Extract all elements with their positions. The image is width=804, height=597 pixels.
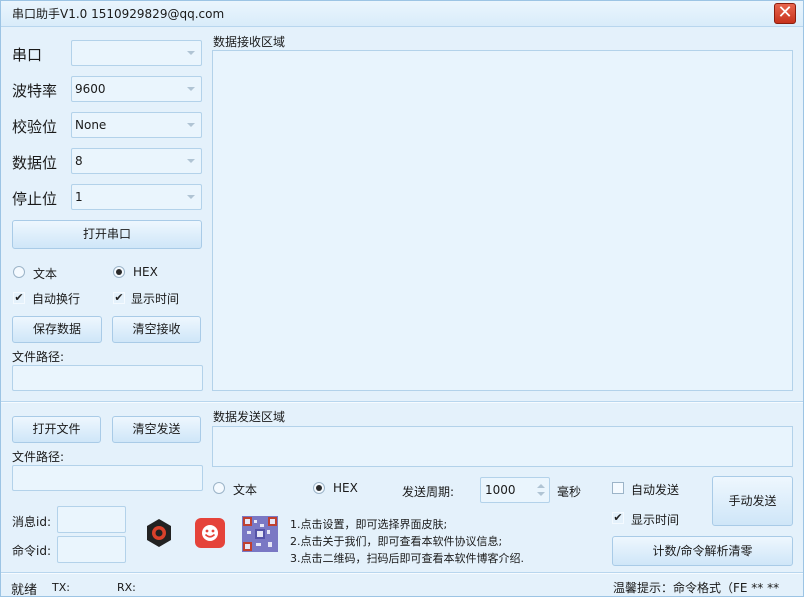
tip-item: 1.点击设置，即可选择界面皮肤;: [290, 518, 448, 531]
send-text-radio[interactable]: [213, 482, 225, 494]
chevron-down-icon: [187, 123, 195, 127]
about-icon[interactable]: [193, 516, 227, 550]
receive-hex-label: HEX: [133, 265, 158, 279]
send-textarea[interactable]: [212, 426, 793, 467]
auto-send-checkbox[interactable]: [612, 482, 624, 494]
receive-hex-radio[interactable]: [113, 266, 125, 278]
send-show-time-checkbox[interactable]: ✔: [612, 512, 624, 524]
baud-select[interactable]: 9600: [71, 76, 202, 102]
spin-up-icon[interactable]: [537, 484, 545, 488]
open-file-button[interactable]: 打开文件: [12, 416, 101, 443]
cmd-id-label: 命令id:: [12, 544, 51, 558]
save-data-button[interactable]: 保存数据: [12, 316, 102, 343]
databits-select-value: 8: [75, 154, 83, 168]
tip-item: 2.点击关于我们，即可查看本软件协议信息;: [290, 535, 503, 548]
stopbits-select[interactable]: 1: [71, 184, 202, 210]
auto-wrap-checkbox[interactable]: ✔: [13, 292, 25, 304]
send-path-label: 文件路径:: [12, 450, 65, 464]
parity-select-value: None: [75, 118, 107, 132]
baud-label: 波特率: [12, 82, 58, 100]
databits-select[interactable]: 8: [71, 148, 202, 174]
send-hex-label: HEX: [333, 481, 358, 495]
receive-path-label: 文件路径:: [12, 350, 65, 364]
rx-label: RX:: [117, 581, 136, 594]
close-icon: ✕: [777, 2, 793, 23]
receive-show-time-checkbox[interactable]: ✔: [113, 292, 125, 304]
chevron-down-icon: [187, 51, 195, 55]
receive-show-time-label: 显示时间: [131, 292, 180, 306]
port-label: 串口: [12, 46, 43, 64]
receive-path-input[interactable]: [12, 365, 203, 391]
main-window: 串口助手V1.0 1510929829@qq.com ✕ 串口 波特率 9600…: [0, 0, 804, 597]
send-hex-radio[interactable]: [313, 482, 325, 494]
cmd-id-input[interactable]: [57, 536, 126, 563]
stopbits-select-value: 1: [75, 190, 83, 204]
qr-code-icon[interactable]: [242, 516, 278, 552]
chevron-down-icon: [187, 195, 195, 199]
parity-select[interactable]: None: [71, 112, 202, 138]
send-area-label: 数据发送区域: [213, 410, 286, 424]
chevron-down-icon: [187, 87, 195, 91]
manual-send-button[interactable]: 手动发送: [712, 476, 793, 526]
send-period-input[interactable]: 1000: [480, 477, 550, 503]
open-port-button[interactable]: 打开串口: [12, 220, 202, 249]
send-period-label: 发送周期:: [402, 485, 455, 499]
section-divider: [1, 401, 803, 403]
send-show-time-label: 显示时间: [631, 513, 680, 527]
tips-list: 1.点击设置，即可选择界面皮肤; 2.点击关于我们，即可查看本软件协议信息; 3…: [290, 516, 524, 567]
stopbits-label: 停止位: [12, 190, 58, 208]
baud-select-value: 9600: [75, 82, 106, 96]
settings-icon[interactable]: [142, 516, 176, 550]
send-period-unit: 毫秒: [557, 485, 582, 499]
receive-area-label: 数据接收区域: [213, 35, 286, 49]
spin-down-icon[interactable]: [537, 492, 545, 496]
status-hint: 温馨提示：命令格式（FE ** ** 0C）: [613, 581, 780, 595]
send-period-value: 1000: [485, 483, 516, 497]
clear-receive-button[interactable]: 清空接收: [112, 316, 201, 343]
receive-text-label: 文本: [33, 267, 58, 281]
databits-label: 数据位: [12, 154, 58, 172]
title-bar: 串口助手V1.0 1510929829@qq.com ✕: [1, 1, 803, 27]
tip-item: 3.点击二维码，扫码后即可查看本软件博客介绍.: [290, 552, 524, 565]
window-title: 串口助手V1.0 1510929829@qq.com: [12, 7, 225, 21]
tx-label: TX:: [52, 581, 70, 594]
msg-id-label: 消息id:: [12, 515, 51, 529]
chevron-down-icon: [187, 159, 195, 163]
parity-label: 校验位: [12, 118, 58, 136]
close-button[interactable]: ✕: [774, 3, 796, 24]
receive-text-radio[interactable]: [13, 266, 25, 278]
status-state: 就绪: [11, 583, 38, 597]
send-path-input[interactable]: [12, 465, 203, 491]
statusbar-divider: [1, 572, 803, 574]
auto-send-label: 自动发送: [631, 483, 680, 497]
auto-wrap-label: 自动换行: [32, 292, 81, 306]
port-select[interactable]: [71, 40, 202, 66]
msg-id-input[interactable]: [57, 506, 126, 533]
reset-count-button[interactable]: 计数/命令解析清零: [612, 536, 793, 566]
receive-textarea[interactable]: [212, 50, 793, 391]
send-text-label: 文本: [233, 483, 258, 497]
clear-send-button[interactable]: 清空发送: [112, 416, 201, 443]
